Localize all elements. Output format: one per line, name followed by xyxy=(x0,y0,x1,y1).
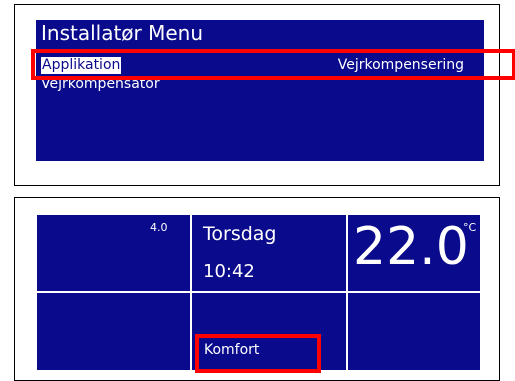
menu-title: Installatør Menu xyxy=(41,21,204,45)
installer-menu-panel: Installatør Menu Applikation Vejrkompens… xyxy=(14,4,515,186)
small-value: 4.0 xyxy=(150,221,168,234)
time-label: 10:42 xyxy=(203,261,255,282)
selected-row-highlight xyxy=(31,49,515,80)
mode-highlight xyxy=(195,334,321,373)
grid-divider xyxy=(37,291,480,293)
installer-menu-screen: Installatør Menu Applikation Vejrkompens… xyxy=(36,20,484,161)
day-label: Torsdag xyxy=(203,223,277,245)
status-panel: 4.0 Torsdag 10:42 22.0 °C Komfort xyxy=(14,197,500,381)
temperature-value: 22.0 xyxy=(353,217,469,277)
temperature-unit: °C xyxy=(463,221,477,234)
